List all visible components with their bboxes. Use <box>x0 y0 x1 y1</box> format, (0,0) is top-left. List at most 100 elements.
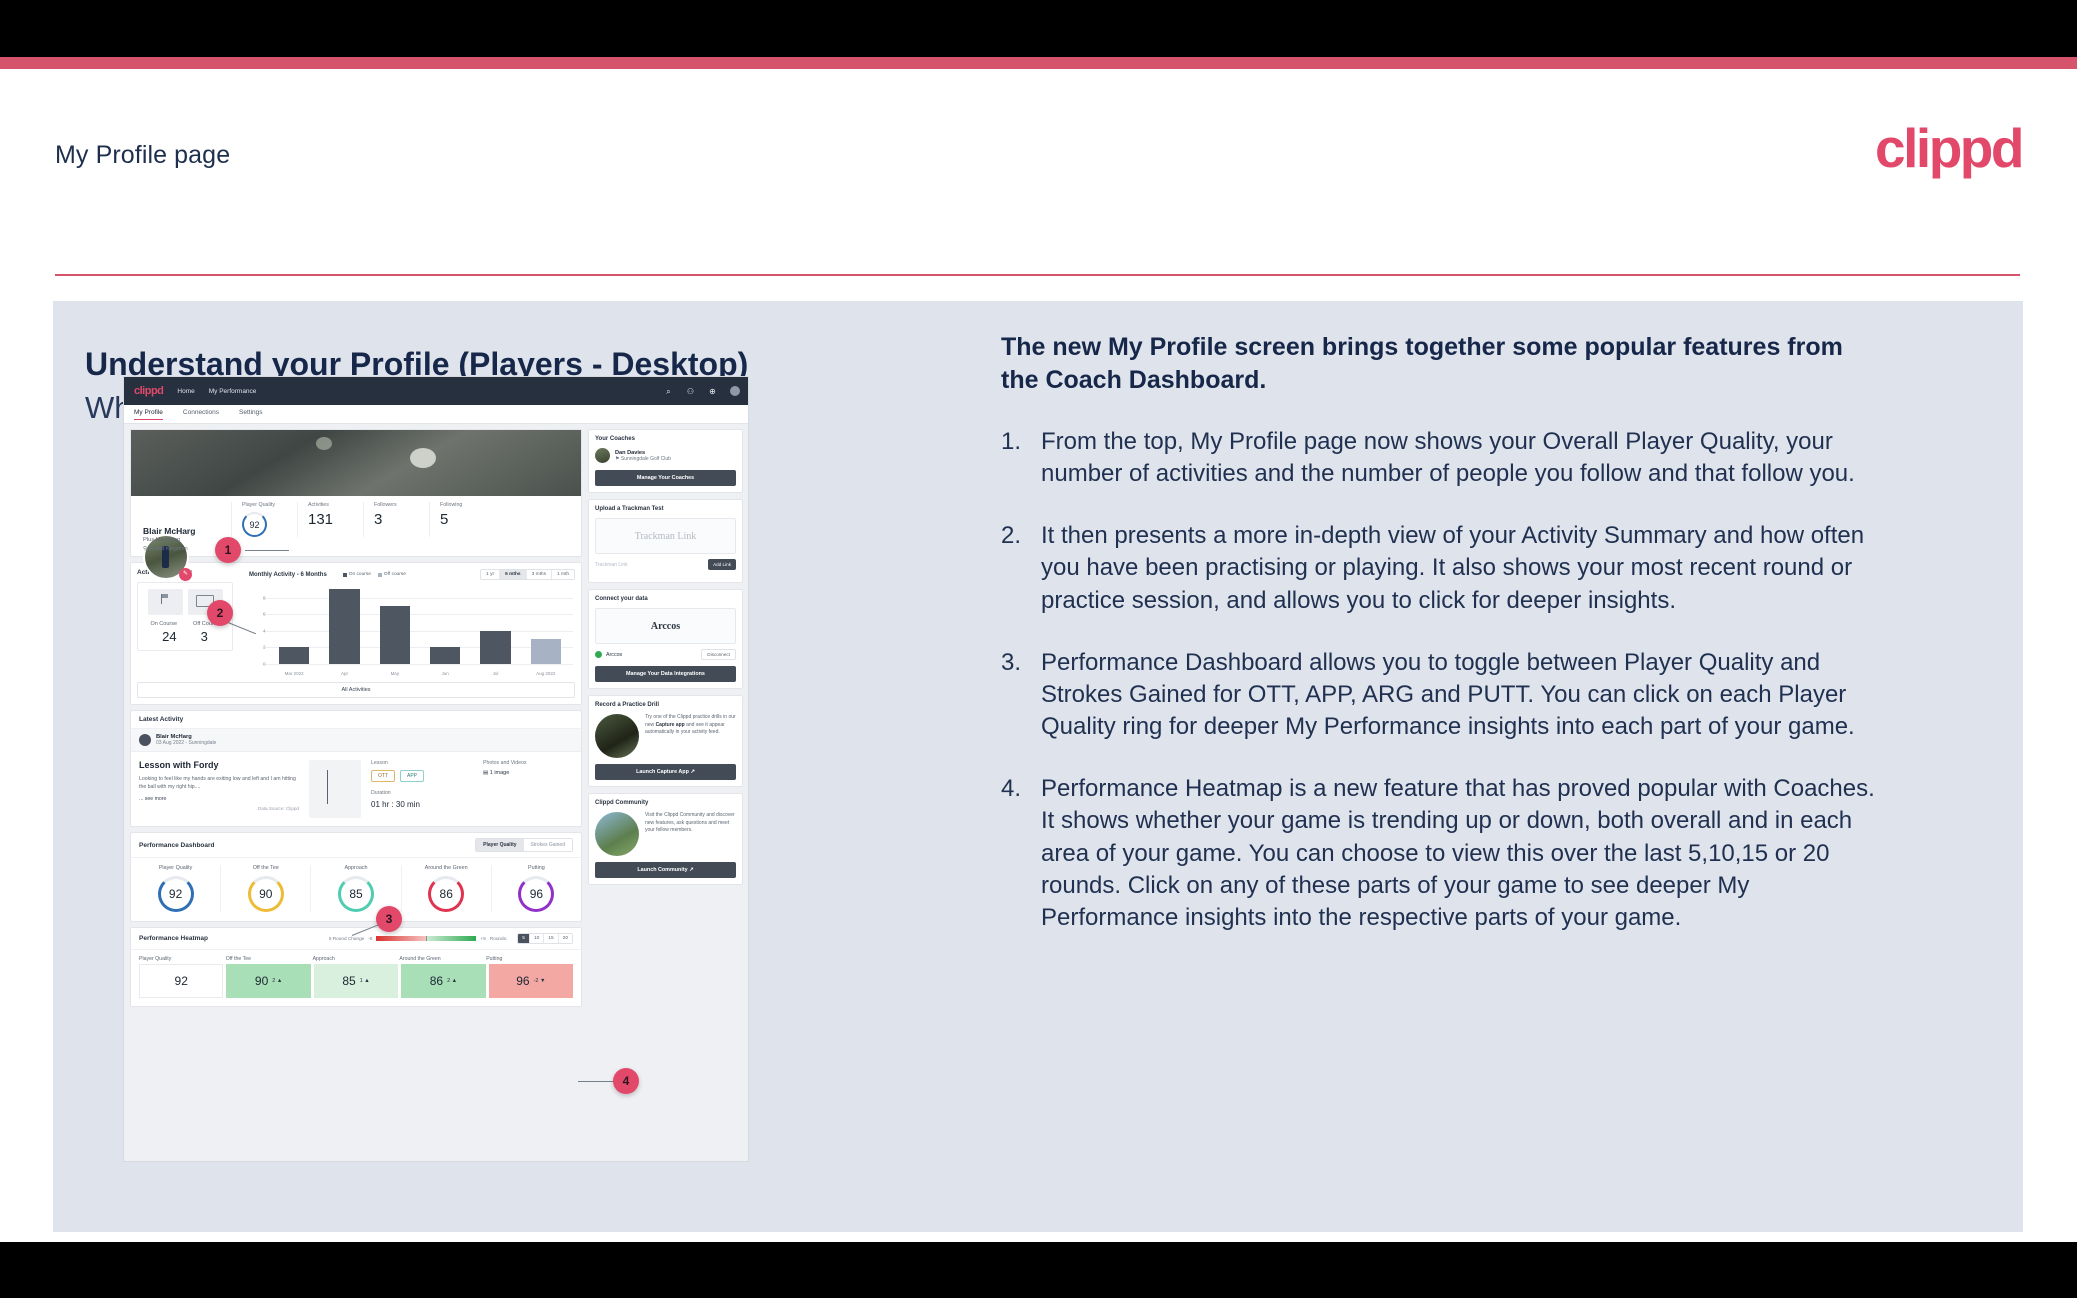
legend-swatch <box>377 572 382 577</box>
see-more-link[interactable]: ... see more <box>139 796 299 802</box>
tab-my-profile[interactable]: My Profile <box>134 409 163 420</box>
bar[interactable] <box>279 647 310 664</box>
add-circle-icon[interactable]: ⊕ <box>708 387 717 396</box>
ring-cell[interactable]: Off the Tee 90 <box>221 865 312 912</box>
slide-header: My Profile page clippd <box>55 109 2024 224</box>
heatmap-cell[interactable]: 86 2 ▲ <box>401 964 486 998</box>
range-6mths[interactable]: 6 mths <box>500 570 527 579</box>
activity-tags: OTT APP <box>371 770 473 782</box>
legend-off-course: Off course <box>377 572 406 577</box>
activity-body[interactable]: Lesson with Fordy Looking to feel like m… <box>131 752 581 826</box>
x-tick-label: Jul <box>492 671 499 676</box>
activity-title: Lesson with Fordy <box>139 760 219 770</box>
list-number: 1. <box>1001 428 1022 455</box>
toggle-strokes-gained[interactable]: Strokes Gained <box>523 839 572 851</box>
heatmap-delta: 2 ▲ <box>272 978 283 984</box>
bar-column[interactable] <box>370 586 420 664</box>
tab-connections[interactable]: Connections <box>183 409 219 419</box>
main-column: ✎ Blair McHarg Plus Handicap ⚲ United Ki… <box>130 429 582 1012</box>
player-quality-ring[interactable]: 92 <box>242 512 267 537</box>
edit-photo-icon[interactable]: ✎ <box>179 568 192 581</box>
range-3mths[interactable]: 3 mths <box>526 570 552 579</box>
app-logo: clippd <box>134 385 164 397</box>
coach-avatar <box>595 448 610 463</box>
range-1mth[interactable]: 1 mth <box>552 570 574 579</box>
heatmap-delta: 1 ▲ <box>359 978 370 984</box>
trackman-link-input[interactable]: Trackman Link <box>595 562 704 568</box>
search-icon[interactable]: ⌕ <box>664 387 673 396</box>
bar[interactable] <box>329 589 360 664</box>
community-promo-text: Visit the Clippd Community and discover … <box>645 812 735 833</box>
player-quality-value: 92 <box>249 519 260 530</box>
quality-ring[interactable]: 96 <box>518 876 555 912</box>
profile-cover-image <box>131 430 581 496</box>
tab-settings[interactable]: Settings <box>239 409 263 419</box>
launch-capture-app-button[interactable]: Launch Capture App ↗ <box>595 764 736 780</box>
x-tick-label: Jun <box>441 671 449 676</box>
ring-cell[interactable]: Around the Green 86 <box>402 865 492 912</box>
list-number: 2. <box>1001 522 1022 550</box>
heatmap-cell[interactable]: 85 1 ▲ <box>313 964 399 998</box>
activity-thumbnail[interactable] <box>309 760 361 818</box>
manage-coaches-button[interactable]: Manage Your Coaches <box>595 470 736 486</box>
heatmap-delta: -2 ▼ <box>533 978 546 984</box>
x-tick-label: Aug 2022 <box>536 671 556 676</box>
heatmap-cell[interactable]: 92 <box>139 964 224 998</box>
ring-cell[interactable]: Player Quality 92 <box>131 865 222 912</box>
rounds-20[interactable]: 20 <box>558 934 572 943</box>
bar[interactable] <box>480 630 511 664</box>
location-pin-icon: ⚲ <box>143 546 148 552</box>
people-icon[interactable]: ⚇ <box>686 387 695 396</box>
nav-link-home[interactable]: Home <box>177 388 194 395</box>
scale-gradient <box>376 936 477 941</box>
quality-ring[interactable]: 92 <box>157 876 194 912</box>
tag-app[interactable]: APP <box>400 770 425 782</box>
bar-column[interactable] <box>521 586 571 664</box>
bar-column[interactable] <box>319 586 369 664</box>
activity-meta-col: Lesson OTT APP Duration 01 hr : 30 min <box>371 760 473 818</box>
ring-cell[interactable]: Putting 96 <box>492 865 581 912</box>
add-link-button[interactable]: Add Link <box>708 559 736 570</box>
range-1yr[interactable]: 1 yr <box>481 570 501 579</box>
quality-ring[interactable]: 90 <box>247 876 284 912</box>
disconnect-button[interactable]: Disconnect <box>701 649 736 660</box>
x-tick-label: May <box>390 671 400 676</box>
chart-bars <box>269 586 571 664</box>
quality-ring[interactable]: 86 <box>428 876 465 912</box>
heatmap-cell[interactable]: 90 2 ▲ <box>226 964 311 998</box>
rounds-5[interactable]: 5 <box>518 934 530 943</box>
coach-row[interactable]: Dan Davies ⚑ Sunningdale Golf Club <box>595 448 736 463</box>
bar[interactable] <box>379 605 410 664</box>
promo-text-bold: Capture app <box>655 721 685 728</box>
page-title: My Profile page <box>55 141 231 169</box>
trackman-dropzone[interactable]: Trackman Link <box>595 518 736 554</box>
stat-player-quality[interactable]: Player Quality 92 <box>231 502 297 537</box>
heatmap-value: 90 <box>254 974 269 988</box>
bar[interactable] <box>530 639 561 664</box>
heatmap-cell[interactable]: 96 -2 ▼ <box>488 964 574 998</box>
course-values: 24 3 <box>142 629 228 644</box>
sidebar-column: Your Coaches Dan Davies ⚑ Sunningdale Go… <box>588 429 743 891</box>
toggle-player-quality[interactable]: Player Quality <box>476 839 524 851</box>
stat-label: Activities <box>308 502 329 508</box>
capture-app-image <box>595 714 639 758</box>
bar-column[interactable] <box>269 586 319 664</box>
ring-cell[interactable]: Approach 85 <box>311 865 402 912</box>
nav-link-my-performance[interactable]: My Performance <box>209 388 257 395</box>
all-activities-button[interactable]: All Activities <box>137 682 575 698</box>
rounds-15[interactable]: 15 <box>544 934 559 943</box>
quality-ring[interactable]: 85 <box>338 876 374 912</box>
bar-column[interactable] <box>470 586 520 664</box>
coaches-title: Your Coaches <box>595 436 635 442</box>
rounds-10[interactable]: 10 <box>529 934 545 943</box>
brand-accent-bar <box>0 57 2077 69</box>
bar-column[interactable] <box>420 586 470 664</box>
avatar[interactable] <box>730 386 740 396</box>
manage-integrations-button[interactable]: Manage Your Data Integrations <box>595 666 736 682</box>
tag-ott[interactable]: OTT <box>371 770 395 782</box>
launch-community-button[interactable]: Launch Community ↗ <box>595 862 736 878</box>
profile-location-text: United Kingdom <box>148 546 188 552</box>
trackman-title: Upload a Trackman Test <box>595 506 664 512</box>
bar[interactable] <box>430 647 461 664</box>
performance-dashboard-header: Performance Dashboard Player Quality Str… <box>131 833 581 858</box>
